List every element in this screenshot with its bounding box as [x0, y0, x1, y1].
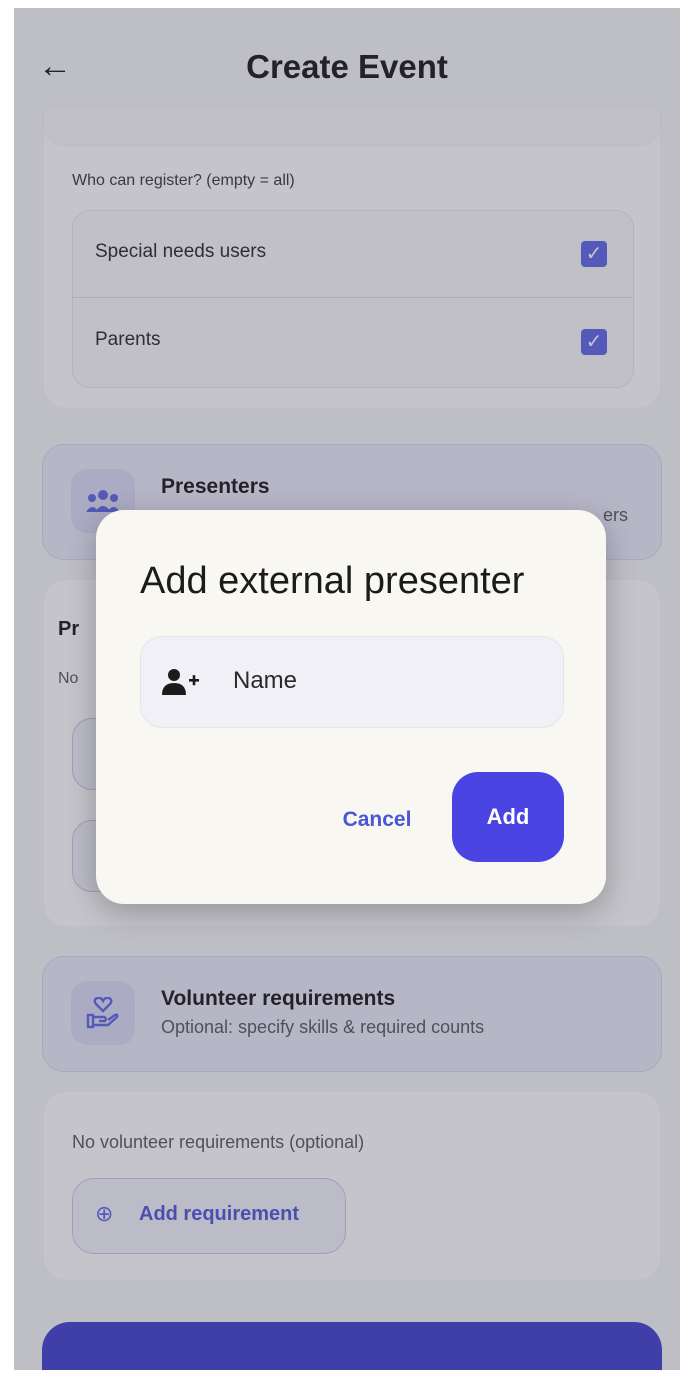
cancel-button[interactable]: Cancel	[334, 800, 420, 840]
screen: ← Create Event Who can register? (empty …	[14, 8, 680, 1370]
name-field[interactable]	[140, 636, 564, 728]
person-add-icon	[161, 667, 201, 697]
add-button[interactable]: Add	[452, 772, 564, 862]
add-presenter-dialog: Add external presenter Cancel Add	[96, 510, 606, 904]
name-input[interactable]	[233, 661, 533, 701]
dialog-title: Add external presenter	[140, 560, 525, 602]
